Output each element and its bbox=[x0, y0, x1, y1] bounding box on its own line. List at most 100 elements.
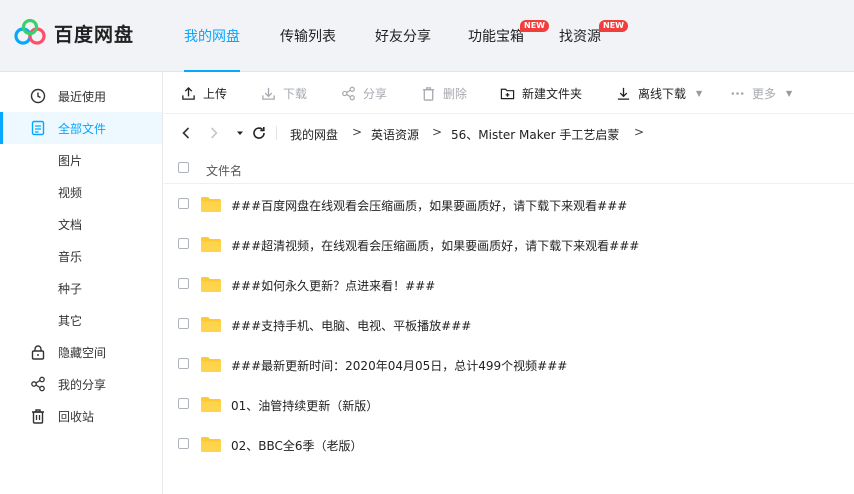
nav-find-resources[interactable]: 找资源 NEW bbox=[559, 20, 628, 46]
new-badge: NEW bbox=[599, 20, 628, 32]
download-icon bbox=[262, 87, 275, 100]
sidebar-item-recent[interactable]: 最近使用 bbox=[0, 80, 162, 112]
nav-transfer-list[interactable]: 传输列表 bbox=[280, 26, 336, 46]
folder-icon bbox=[201, 237, 221, 252]
app-logo[interactable]: 百度网盘 bbox=[14, 18, 134, 48]
file-name[interactable]: ###支持手机、电脑、电视、平板播放### bbox=[231, 317, 471, 334]
file-name[interactable]: ###最新更新时间：2020年04月05日，总计499个视频### bbox=[231, 357, 567, 374]
breadcrumb-english-resources[interactable]: 英语资源 bbox=[371, 126, 419, 143]
refresh-icon[interactable] bbox=[251, 125, 267, 141]
sidebar-item-torrents[interactable]: 种子 bbox=[0, 272, 162, 304]
row-checkbox[interactable] bbox=[178, 238, 189, 249]
nav-label: 功能宝箱 bbox=[468, 29, 524, 45]
breadcrumb-my-netdisk[interactable]: 我的网盘 bbox=[290, 126, 338, 143]
table-row[interactable]: ###百度网盘在线观看会压缩画质，如果要画质好，请下载下来观看### bbox=[164, 184, 854, 224]
new-folder-button[interactable]: 新建文件夹 bbox=[500, 85, 582, 101]
row-checkbox[interactable] bbox=[178, 198, 189, 209]
folder-icon bbox=[201, 277, 221, 292]
sidebar-item-hidden-space[interactable]: 隐藏空间 bbox=[0, 336, 162, 368]
sidebar-item-images[interactable]: 图片 bbox=[0, 144, 162, 176]
offline-download-label: 离线下载 bbox=[638, 86, 687, 101]
row-checkbox[interactable] bbox=[178, 398, 189, 409]
row-checkbox[interactable] bbox=[178, 358, 189, 369]
chevron-down-icon: ▼ bbox=[696, 88, 703, 98]
breadcrumb-separator: > bbox=[432, 125, 443, 139]
breadcrumb-current-folder[interactable]: 56、Mister Maker 手工艺启蒙 bbox=[451, 126, 619, 143]
table-row[interactable]: ###支持手机、电脑、电视、平板播放### bbox=[164, 304, 854, 344]
file-list-header: 文件名 bbox=[164, 152, 854, 184]
sidebar-item-documents[interactable]: 文档 bbox=[0, 208, 162, 240]
sidebar-item-all-files[interactable]: 全部文件 bbox=[0, 112, 162, 144]
share-icon bbox=[342, 86, 355, 100]
clock-icon bbox=[30, 88, 46, 104]
column-header-filename[interactable]: 文件名 bbox=[206, 162, 242, 179]
table-row[interactable]: 02、BBC全6季（老版） bbox=[164, 424, 854, 464]
sidebar-item-label: 我的分享 bbox=[58, 377, 107, 392]
sidebar-item-label: 最近使用 bbox=[58, 89, 107, 104]
trash-icon bbox=[32, 409, 44, 424]
nav-label: 传输列表 bbox=[280, 29, 336, 45]
upload-label: 上传 bbox=[203, 86, 228, 101]
sidebar-item-label: 音乐 bbox=[58, 249, 83, 264]
row-checkbox[interactable] bbox=[178, 278, 189, 289]
share-button[interactable]: 分享 bbox=[341, 85, 387, 101]
path-bar: 我的网盘 > 英语资源 > 56、Mister Maker 手工艺启蒙 > bbox=[164, 114, 854, 152]
offline-download-button[interactable]: 离线下载 ▼ bbox=[616, 85, 702, 101]
row-checkbox[interactable] bbox=[178, 318, 189, 329]
nav-my-netdisk[interactable]: 我的网盘 bbox=[184, 26, 240, 46]
more-icon bbox=[731, 91, 744, 95]
upload-button[interactable]: 上传 bbox=[181, 85, 227, 101]
sidebar-item-label: 视频 bbox=[58, 185, 83, 200]
nav-toolbox[interactable]: 功能宝箱 NEW bbox=[468, 20, 549, 46]
sidebar-item-label: 种子 bbox=[58, 281, 83, 296]
upload-icon bbox=[182, 86, 195, 100]
more-label: 更多 bbox=[752, 86, 777, 101]
sidebar-item-other[interactable]: 其它 bbox=[0, 304, 162, 336]
app-name: 百度网盘 bbox=[54, 23, 135, 46]
table-row[interactable]: 01、油管持续更新（新版） bbox=[164, 384, 854, 424]
file-toolbar: 上传 下载 分享 删除 新建文件夹 离线下载 ▼ 更多 ▼ bbox=[164, 72, 854, 114]
sidebar-item-music[interactable]: 音乐 bbox=[0, 240, 162, 272]
share-icon bbox=[31, 376, 45, 392]
folder-icon bbox=[201, 397, 221, 412]
sidebar-item-label: 其它 bbox=[58, 313, 83, 328]
select-all-checkbox[interactable] bbox=[178, 162, 189, 173]
history-dropdown-icon[interactable] bbox=[232, 125, 248, 141]
chevron-down-icon: ▼ bbox=[786, 88, 793, 98]
delete-button[interactable]: 删除 bbox=[421, 85, 467, 101]
delete-label: 删除 bbox=[443, 86, 468, 101]
sidebar-item-label: 隐藏空间 bbox=[58, 345, 107, 360]
file-name[interactable]: 01、油管持续更新（新版） bbox=[231, 397, 378, 414]
forward-arrow-icon[interactable] bbox=[206, 125, 222, 141]
nav-label: 我的网盘 bbox=[184, 29, 240, 45]
sidebar-item-recycle-bin[interactable]: 回收站 bbox=[0, 400, 162, 432]
top-header: 百度网盘 我的网盘 传输列表 好友分享 功能宝箱 NEW 找资源 NEW bbox=[0, 0, 854, 72]
download-label: 下载 bbox=[283, 86, 308, 101]
file-name[interactable]: ###如何永久更新？点进来看！### bbox=[231, 277, 435, 294]
sidebar-item-videos[interactable]: 视频 bbox=[0, 176, 162, 208]
breadcrumb-separator: > bbox=[634, 125, 645, 139]
breadcrumb-separator: > bbox=[352, 125, 363, 139]
row-checkbox[interactable] bbox=[178, 438, 189, 449]
table-row[interactable]: ###最新更新时间：2020年04月05日，总计499个视频### bbox=[164, 344, 854, 384]
offline-download-icon bbox=[617, 87, 630, 100]
file-name[interactable]: 02、BBC全6季（老版） bbox=[231, 437, 363, 454]
new-folder-label: 新建文件夹 bbox=[522, 86, 583, 101]
file-icon bbox=[31, 120, 45, 136]
sidebar-item-my-shares[interactable]: 我的分享 bbox=[0, 368, 162, 400]
sidebar-item-label: 文档 bbox=[58, 217, 83, 232]
sidebar-item-label: 回收站 bbox=[58, 409, 95, 424]
more-button[interactable]: 更多 ▼ bbox=[730, 85, 792, 101]
table-row[interactable]: ###如何永久更新？点进来看！### bbox=[164, 264, 854, 304]
folder-icon bbox=[201, 357, 221, 372]
file-name[interactable]: ###百度网盘在线观看会压缩画质，如果要画质好，请下载下来观看### bbox=[231, 197, 627, 214]
file-name[interactable]: ###超清视频，在线观看会压缩画质，如果要画质好，请下载下来观看### bbox=[231, 237, 639, 254]
nav-label: 好友分享 bbox=[375, 29, 431, 45]
download-button[interactable]: 下载 bbox=[261, 85, 307, 101]
sidebar: 最近使用 全部文件 图片 视频 文档 音乐 种子 其它 隐藏空间 我的分享 回收… bbox=[0, 72, 163, 494]
lock-icon bbox=[31, 345, 45, 360]
nav-friend-share[interactable]: 好友分享 bbox=[375, 26, 431, 46]
folder-icon bbox=[201, 197, 221, 212]
table-row[interactable]: ###超清视频，在线观看会压缩画质，如果要画质好，请下载下来观看### bbox=[164, 224, 854, 264]
back-arrow-icon[interactable] bbox=[178, 125, 194, 141]
